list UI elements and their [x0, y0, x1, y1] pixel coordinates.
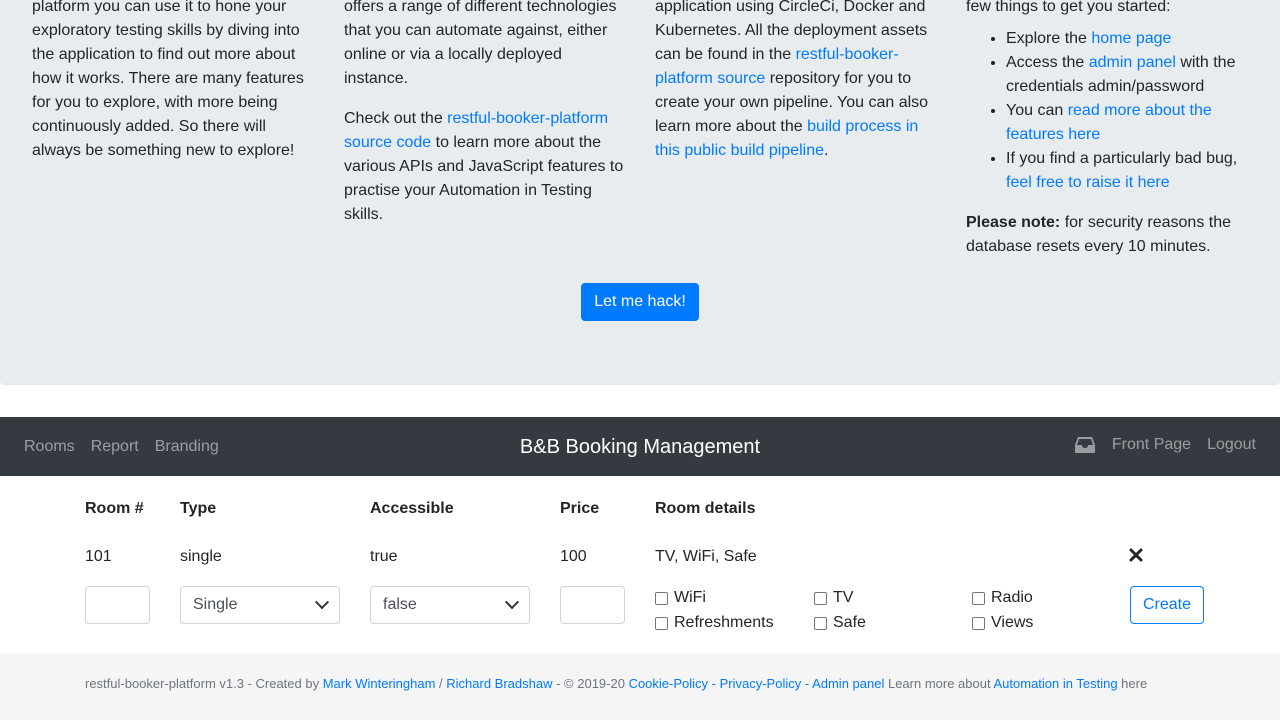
- radio-checkbox[interactable]: [972, 591, 985, 605]
- intro-jumbotron: platform you can use it to hone your exp…: [0, 0, 1280, 385]
- logout-link[interactable]: Logout: [1207, 433, 1256, 457]
- price-input[interactable]: [560, 586, 625, 624]
- header-type: Type: [180, 500, 217, 517]
- header-room-number: Room #: [85, 500, 144, 517]
- room-details-cell: TV, WiFi, Safe: [655, 548, 757, 565]
- nav-report-link[interactable]: Report: [91, 435, 139, 459]
- wifi-checkbox[interactable]: [655, 591, 668, 605]
- nav-rooms-link[interactable]: Rooms: [24, 435, 75, 459]
- list-item: If you find a particularly bad bug, feel…: [1006, 147, 1246, 195]
- checkbox-label: WiFi: [674, 589, 706, 606]
- create-room-button[interactable]: Create: [1130, 586, 1204, 624]
- close-icon[interactable]: [1129, 548, 1143, 564]
- text-fragment: If you find a particularly bad bug,: [1006, 150, 1238, 167]
- checkbox-label: TV: [833, 589, 854, 606]
- footer: restful-booker-platform v1.3 - Created b…: [0, 654, 1280, 720]
- text-fragment: restful-booker-platform v1.3 - Created b…: [85, 676, 323, 691]
- let-me-hack-button[interactable]: Let me hack!: [581, 283, 699, 321]
- admin-navbar: Rooms Report Branding B&B Booking Manage…: [0, 417, 1280, 476]
- text-fragment: You can: [1006, 102, 1068, 119]
- intro-column-2: offers a range of different technologies…: [344, 0, 624, 243]
- security-note: Please note: for security reasons the da…: [966, 211, 1246, 259]
- intro-text-4: application using CircleCi, Docker and K…: [655, 0, 935, 163]
- text-fragment: Check out the: [344, 110, 448, 127]
- footer-text: restful-booker-platform v1.3 - Created b…: [85, 675, 1147, 693]
- raise-bug-link[interactable]: feel free to raise it here: [1006, 174, 1170, 191]
- tv-checkbox[interactable]: [814, 591, 827, 605]
- header-accessible: Accessible: [370, 500, 454, 517]
- text-fragment: - © 2019-20: [552, 676, 629, 691]
- nav-right-links: Front Page Logout: [1074, 433, 1256, 457]
- room-type-cell: single: [180, 548, 222, 565]
- type-select[interactable]: Single: [180, 586, 340, 624]
- refreshments-checkbox-row: Refreshments: [655, 611, 774, 635]
- views-checkbox-row: Views: [972, 611, 1033, 635]
- checkbox-label: Safe: [833, 614, 866, 631]
- refreshments-checkbox[interactable]: [655, 616, 668, 630]
- getting-started-list: Explore the home page Access the admin p…: [966, 27, 1246, 195]
- nav-branding-link[interactable]: Branding: [155, 435, 219, 459]
- chevron-down-icon: [504, 595, 520, 610]
- footer-admin-panel-link[interactable]: Admin panel: [812, 676, 884, 691]
- radio-checkbox-row: Radio: [972, 586, 1033, 610]
- header-room-details: Room details: [655, 500, 756, 517]
- accessible-select[interactable]: false: [370, 586, 530, 624]
- intro-column-4: few things to get you started: Explore t…: [966, 0, 1246, 275]
- list-item: Explore the home page: [1006, 27, 1246, 51]
- home-page-link[interactable]: home page: [1091, 30, 1171, 47]
- tv-checkbox-row: TV: [814, 586, 853, 610]
- room-price-cell: 100: [560, 548, 587, 565]
- privacy-policy-link[interactable]: Privacy-Policy: [720, 676, 802, 691]
- intro-text-1: platform you can use it to hone your exp…: [32, 0, 304, 159]
- author-mark-link[interactable]: Mark Winteringham: [323, 676, 436, 691]
- safe-checkbox-row: Safe: [814, 611, 866, 635]
- type-select-value: Single: [193, 596, 238, 613]
- text-fragment: /: [435, 676, 447, 691]
- note-label: Please note:: [966, 214, 1061, 231]
- admin-panel-link[interactable]: admin panel: [1089, 54, 1176, 71]
- author-richard-link[interactable]: Richard Bradshaw: [446, 676, 552, 691]
- chevron-down-icon: [314, 595, 330, 610]
- wifi-checkbox-row: WiFi: [655, 586, 706, 610]
- front-page-link[interactable]: Front Page: [1112, 433, 1191, 457]
- room-number-cell: 101: [85, 548, 112, 565]
- text-fragment: .: [824, 142, 829, 159]
- inbox-icon[interactable]: [1074, 435, 1096, 455]
- list-item: You can read more about the features her…: [1006, 99, 1246, 147]
- list-item: Access the admin panel with the credenti…: [1006, 51, 1246, 99]
- intro-column-1: platform you can use it to hone your exp…: [32, 0, 312, 179]
- checkbox-label: Views: [991, 614, 1034, 631]
- text-fragment: -: [708, 676, 720, 691]
- accessible-select-value: false: [383, 596, 417, 613]
- intro-text-3: Check out the restful-booker-platform so…: [344, 107, 624, 227]
- nav-links: Rooms Report Branding: [24, 435, 219, 459]
- automation-in-testing-link[interactable]: Automation in Testing: [994, 676, 1118, 691]
- checkbox-label: Radio: [991, 589, 1033, 606]
- text-fragment: Learn more about: [884, 676, 994, 691]
- intro-column-3: application using CircleCi, Docker and K…: [655, 0, 935, 179]
- checkbox-label: Refreshments: [674, 614, 774, 631]
- safe-checkbox[interactable]: [814, 616, 827, 630]
- text-fragment: -: [801, 676, 813, 691]
- cookie-policy-link[interactable]: Cookie-Policy: [629, 676, 708, 691]
- intro-text-2: offers a range of different technologies…: [344, 0, 617, 87]
- text-fragment: Explore the: [1006, 30, 1092, 47]
- intro-list-heading: few things to get you started:: [966, 0, 1171, 15]
- room-number-input[interactable]: [85, 586, 150, 624]
- room-accessible-cell: true: [370, 548, 398, 565]
- text-fragment: here: [1117, 676, 1148, 691]
- header-price: Price: [560, 500, 600, 517]
- views-checkbox[interactable]: [972, 616, 985, 630]
- text-fragment: Access the: [1006, 54, 1089, 71]
